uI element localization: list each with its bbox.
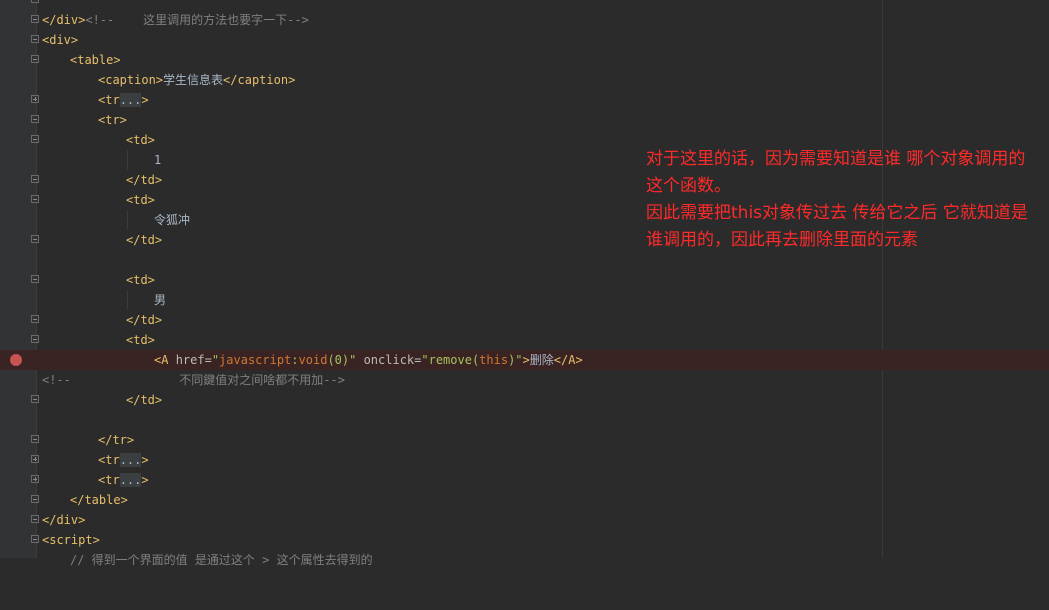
annotation-note: 对于这里的话，因为需要知道是谁 哪个对象调用的这个函数。 因此需要把this对象… bbox=[646, 146, 1042, 254]
fold-marker-icon[interactable] bbox=[31, 535, 39, 543]
html-tag: <table> bbox=[70, 53, 121, 67]
html-tag: <tr bbox=[98, 93, 120, 107]
fold-marker-icon[interactable] bbox=[31, 495, 39, 503]
attr-name: onclick= bbox=[363, 353, 422, 367]
code-line[interactable]: </table> bbox=[0, 490, 1049, 510]
fold-marker-icon[interactable] bbox=[31, 335, 39, 343]
html-tag: </td> bbox=[126, 393, 163, 407]
fold-marker-icon[interactable] bbox=[31, 435, 39, 443]
code-line[interactable]: // 得到一个界面的值 是通过这个 > 这个属性去得到的 bbox=[0, 550, 1049, 570]
html-tag: <td> bbox=[126, 193, 155, 207]
html-tag: </caption> bbox=[223, 73, 296, 87]
fold-marker-icon[interactable] bbox=[31, 35, 39, 43]
fold-marker-icon[interactable] bbox=[31, 515, 39, 523]
indent-guide bbox=[127, 210, 128, 230]
html-tag: <div> bbox=[42, 33, 79, 47]
code-line[interactable]: <!-- 这里调用的方法也要字一下--> bbox=[0, 0, 1049, 27]
fold-marker-icon[interactable] bbox=[31, 395, 39, 403]
fold-marker-icon[interactable] bbox=[31, 315, 39, 323]
code-line[interactable]: </div> bbox=[0, 510, 1049, 530]
code-line[interactable]: 男 bbox=[0, 290, 1049, 310]
expand-fold-icon[interactable] bbox=[31, 475, 39, 483]
code-line[interactable]: </td> bbox=[0, 390, 1049, 410]
code-line[interactable]: <td> bbox=[0, 330, 1049, 350]
fold-marker-icon[interactable] bbox=[31, 115, 39, 123]
attr-value-keyword: this bbox=[479, 353, 509, 367]
attr-value-keyword: javascript bbox=[219, 353, 292, 367]
code-line[interactable]: <!-- 不同鍵值对之间啥都不用加--> bbox=[0, 370, 1049, 390]
attr-name: href= bbox=[175, 353, 212, 367]
html-tag: > bbox=[141, 473, 149, 487]
annotation-paragraph: 因此需要把this对象传过去 传给它之后 它就知道是谁调用的，因此再去删除里面的… bbox=[646, 203, 1028, 250]
fold-marker-icon[interactable] bbox=[31, 15, 39, 23]
link-text: 删除 bbox=[529, 353, 554, 367]
annotation-paragraph: 对于这里的话，因为需要知道是谁 哪个对象调用的这个函数。 bbox=[646, 149, 1026, 196]
comment-close: --> bbox=[323, 373, 345, 387]
fold-marker-icon[interactable] bbox=[31, 195, 39, 203]
html-tag: </div> bbox=[42, 13, 86, 27]
expand-fold-icon[interactable] bbox=[31, 95, 39, 103]
indent-guide bbox=[127, 290, 128, 310]
cell-text: 1 bbox=[154, 153, 162, 167]
comment-text: 不同鍵值对之间啥都不用加 bbox=[70, 373, 324, 387]
attr-value: )" bbox=[508, 353, 523, 367]
attr-value: "remove( bbox=[421, 353, 480, 367]
html-tag: > bbox=[141, 93, 149, 107]
code-editor[interactable]: <!-- 这里调用的方法也要字一下--> </div> <div> <table… bbox=[0, 0, 1049, 567]
attr-value: : bbox=[291, 353, 299, 367]
indent-guide bbox=[127, 150, 128, 170]
html-tag: > bbox=[522, 353, 530, 367]
html-tag: <caption> bbox=[98, 73, 164, 87]
folded-region[interactable]: ... bbox=[119, 473, 142, 487]
html-tag: </td> bbox=[126, 313, 163, 327]
attr-value-keyword: void bbox=[298, 353, 328, 367]
fold-marker-icon[interactable] bbox=[31, 135, 39, 143]
html-tag: <tr bbox=[98, 453, 120, 467]
html-tag: </div> bbox=[42, 513, 86, 527]
code-line[interactable] bbox=[0, 410, 1049, 430]
html-tag: <tr> bbox=[98, 113, 127, 127]
code-line[interactable]: </tr> bbox=[0, 430, 1049, 450]
code-line[interactable]: <caption>学生信息表</caption> bbox=[0, 70, 1049, 90]
expand-fold-icon[interactable] bbox=[31, 455, 39, 463]
code-line[interactable]: <tr...> bbox=[0, 470, 1049, 490]
html-tag: </table> bbox=[70, 493, 128, 507]
html-tag: </tr> bbox=[98, 433, 135, 447]
fold-marker-icon[interactable] bbox=[31, 0, 39, 3]
comment-text: // 得到一个界面的值 是通过这个 > 这个属性去得到的 bbox=[70, 553, 373, 567]
folded-region[interactable]: ... bbox=[119, 453, 142, 467]
html-tag: <tr bbox=[98, 473, 120, 487]
code-line[interactable]: <td> bbox=[0, 270, 1049, 290]
html-tag: <td> bbox=[126, 273, 155, 287]
fold-marker-icon[interactable] bbox=[31, 175, 39, 183]
breakpoint-icon[interactable] bbox=[10, 354, 22, 366]
html-tag: </td> bbox=[126, 233, 163, 247]
code-line[interactable]: </div> bbox=[0, 10, 1049, 30]
html-tag: <script> bbox=[42, 533, 100, 547]
code-line[interactable]: </td> bbox=[0, 310, 1049, 330]
html-tag: </td> bbox=[126, 173, 163, 187]
caption-text: 学生信息表 bbox=[163, 73, 224, 87]
breakpoint-code-line[interactable]: <A href="javascript:void(0)" onclick="re… bbox=[0, 350, 1049, 370]
fold-marker-icon[interactable] bbox=[31, 55, 39, 63]
code-line[interactable]: <tr...> bbox=[0, 90, 1049, 110]
html-tag: </A> bbox=[553, 353, 583, 367]
folded-region[interactable]: ... bbox=[119, 93, 142, 107]
cell-text: 令狐冲 bbox=[154, 213, 191, 227]
fold-marker-icon[interactable] bbox=[31, 235, 39, 243]
html-tag: <td> bbox=[126, 133, 155, 147]
code-line[interactable]: <tr...> bbox=[0, 450, 1049, 470]
code-line[interactable]: <div> bbox=[0, 30, 1049, 50]
fold-marker-icon[interactable] bbox=[31, 275, 39, 283]
html-tag: <td> bbox=[126, 333, 155, 347]
attr-value: (0)" bbox=[327, 353, 357, 367]
html-tag: <A bbox=[154, 353, 169, 367]
comment-open: <!-- bbox=[42, 373, 71, 387]
code-line[interactable]: <tr> bbox=[0, 110, 1049, 130]
code-line[interactable]: <table> bbox=[0, 50, 1049, 70]
html-tag: > bbox=[141, 453, 149, 467]
cell-text: 男 bbox=[154, 293, 167, 307]
code-line[interactable]: <script> bbox=[0, 530, 1049, 550]
attr-value: " bbox=[211, 353, 220, 367]
